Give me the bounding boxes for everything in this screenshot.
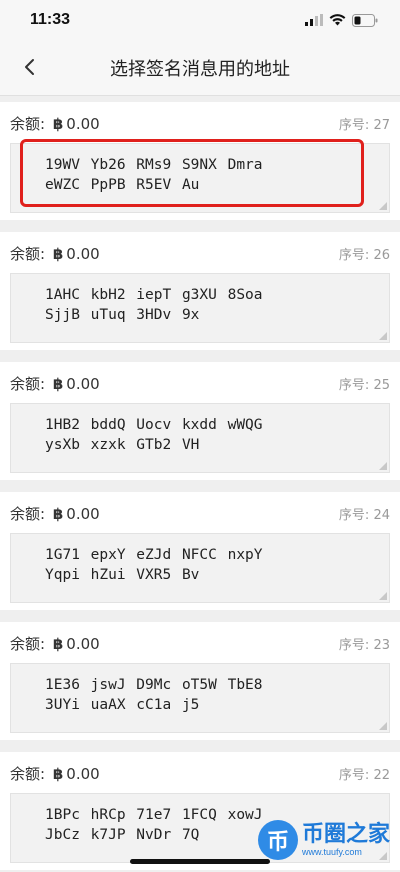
balance: 余额: ฿ 0.00 — [10, 113, 100, 134]
bitcoin-icon: ฿ — [52, 114, 64, 133]
balance-value: 0.00 — [66, 764, 100, 783]
address-line-2: eWZC PpPB R5EV Au — [45, 177, 200, 193]
address-line-1: 19WV Yb26 RMs9 S9NX Dmra — [45, 157, 263, 173]
address-line-1: 1HB2 bddQ Uocv kxdd wWQG — [45, 417, 263, 433]
address-field[interactable]: 1E36 jswJ D9Mc oT5W TbE8 3UYi uaAX cC1a … — [10, 663, 390, 733]
address-card-header: 余额: ฿ 0.00 序号: 24 — [10, 500, 390, 526]
balance: 余额: ฿ 0.00 — [10, 243, 100, 264]
address-field[interactable]: 1G71 epxY eZJd NFCC nxpY Yqpi hZui VXR5 … — [10, 533, 390, 603]
nav-bar: 选择签名消息用的地址 — [0, 40, 400, 96]
balance-label: 余额: — [10, 764, 46, 783]
address-card-header: 余额: ฿ 0.00 序号: 23 — [10, 630, 390, 656]
address-list: 余额: ฿ 0.00 序号: 27 19WV Yb26 RMs9 S9NX Dmr… — [0, 96, 400, 870]
address-line-2: 3UYi uaAX cC1a j5 — [45, 697, 200, 713]
sequence-value: 27 — [373, 117, 390, 133]
balance-label: 余额: — [10, 114, 46, 133]
balance-value: 0.00 — [66, 374, 100, 393]
address-field[interactable]: 1AHC kbH2 iepT g3XU 8Soa SjjB uTuq 3HDv … — [10, 273, 390, 343]
address-line-1: 1E36 jswJ D9Mc oT5W TbE8 — [45, 677, 263, 693]
watermark-text: 币圈之家 www.tuufy.com — [301, 822, 390, 858]
watermark-url: www.tuufy.com — [301, 847, 362, 857]
address-card[interactable]: 余额: ฿ 0.00 序号: 26 1AHC kbH2 iepT g3XU 8So… — [0, 232, 400, 350]
balance: 余额: ฿ 0.00 — [10, 373, 100, 394]
sequence: 序号: 26 — [339, 244, 390, 263]
balance: 余额: ฿ 0.00 — [10, 503, 100, 524]
address-line-2: ysXb xzxk GTb2 VH — [45, 437, 200, 453]
address-line-2: SjjB uTuq 3HDv 9x — [45, 307, 200, 323]
sequence: 序号: 23 — [339, 634, 390, 653]
sequence-value: 26 — [373, 247, 390, 263]
wifi-icon — [329, 14, 346, 26]
sequence: 序号: 24 — [339, 504, 390, 523]
address-field[interactable]: 1HB2 bddQ Uocv kxdd wWQG ysXb xzxk GTb2 … — [10, 403, 390, 473]
sequence-label: 序号: — [338, 117, 370, 133]
address-field[interactable]: 19WV Yb26 RMs9 S9NX Dmra eWZC PpPB R5EV … — [10, 143, 390, 213]
watermark-logo-icon: 币 — [257, 820, 298, 860]
address-card-header: 余额: ฿ 0.00 序号: 25 — [10, 370, 390, 396]
sequence: 序号: 22 — [339, 764, 390, 783]
sequence-value: 23 — [373, 637, 390, 653]
watermark-name: 币圈之家 — [301, 822, 390, 847]
balance-label: 余额: — [10, 244, 46, 263]
sequence-label: 序号: — [338, 507, 370, 523]
balance-value: 0.00 — [66, 114, 100, 133]
bitcoin-icon: ฿ — [52, 504, 64, 523]
bitcoin-icon: ฿ — [52, 764, 64, 783]
resize-handle-icon[interactable] — [379, 462, 387, 470]
resize-handle-icon[interactable] — [379, 332, 387, 340]
sequence: 序号: 27 — [339, 114, 390, 133]
home-indicator[interactable] — [130, 859, 270, 864]
watermark: 币 币圈之家 www.tuufy.com — [257, 820, 390, 860]
address-card-header: 余额: ฿ 0.00 序号: 22 — [10, 760, 390, 786]
back-button[interactable] — [14, 52, 44, 82]
battery-icon — [352, 13, 378, 27]
balance-value: 0.00 — [66, 634, 100, 653]
resize-handle-icon[interactable] — [379, 722, 387, 730]
sequence-value: 22 — [373, 767, 390, 783]
status-icons — [305, 13, 378, 27]
address-line-2: Yqpi hZui VXR5 Bv — [45, 567, 200, 583]
balance: 余额: ฿ 0.00 — [10, 763, 100, 784]
bitcoin-icon: ฿ — [52, 634, 64, 653]
bitcoin-icon: ฿ — [52, 244, 64, 263]
balance-label: 余额: — [10, 504, 46, 523]
sequence-label: 序号: — [338, 637, 370, 653]
address-card-header: 余额: ฿ 0.00 序号: 26 — [10, 240, 390, 266]
address-line-1: 1G71 epxY eZJd NFCC nxpY — [45, 547, 263, 563]
balance-label: 余额: — [10, 374, 46, 393]
address-card-header: 余额: ฿ 0.00 序号: 27 — [10, 110, 390, 136]
resize-handle-icon[interactable] — [379, 592, 387, 600]
balance-value: 0.00 — [66, 504, 100, 523]
sequence-value: 24 — [373, 507, 390, 523]
page-title: 选择签名消息用的地址 — [110, 58, 290, 80]
balance: 余额: ฿ 0.00 — [10, 633, 100, 654]
balance-label: 余额: — [10, 634, 46, 653]
address-card[interactable]: 余额: ฿ 0.00 序号: 25 1HB2 bddQ Uocv kxdd wWQ… — [0, 362, 400, 480]
address-card[interactable]: 余额: ฿ 0.00 序号: 23 1E36 jswJ D9Mc oT5W TbE… — [0, 622, 400, 740]
resize-handle-icon[interactable] — [379, 202, 387, 210]
chevron-left-icon — [25, 59, 34, 75]
signal-icon — [305, 14, 323, 26]
sequence-label: 序号: — [338, 247, 370, 263]
address-card[interactable]: 余额: ฿ 0.00 序号: 27 19WV Yb26 RMs9 S9NX Dmr… — [0, 102, 400, 220]
sequence-label: 序号: — [338, 377, 370, 393]
status-time: 11:33 — [30, 11, 71, 28]
address-card[interactable]: 余额: ฿ 0.00 序号: 24 1G71 epxY eZJd NFCC nxp… — [0, 492, 400, 610]
address-line-1: 1AHC kbH2 iepT g3XU 8Soa — [45, 287, 263, 303]
status-bar: 11:33 — [0, 0, 400, 40]
bitcoin-icon: ฿ — [52, 374, 64, 393]
sequence-label: 序号: — [338, 767, 370, 783]
sequence-value: 25 — [373, 377, 390, 393]
balance-value: 0.00 — [66, 244, 100, 263]
sequence: 序号: 25 — [339, 374, 390, 393]
